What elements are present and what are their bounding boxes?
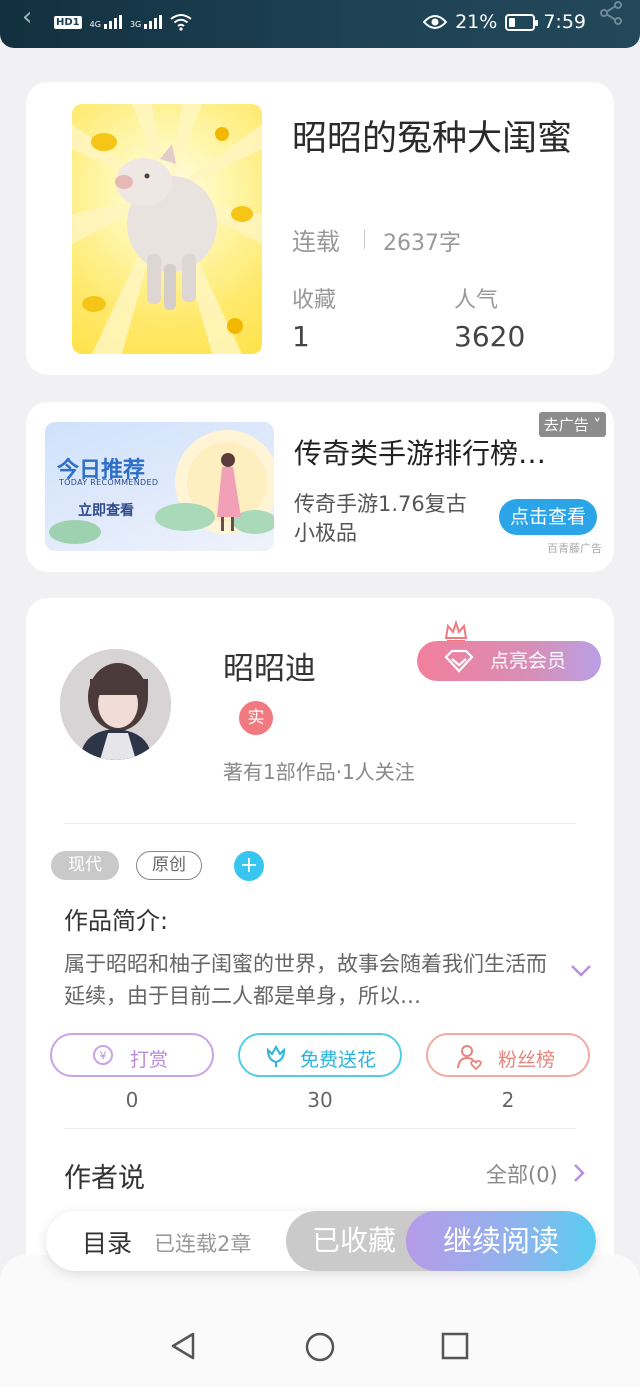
share-icon[interactable]: [598, 0, 624, 26]
ad-image[interactable]: 今日推荐 TODAY RECOMMENDED 立即查看: [45, 422, 274, 551]
ad-view-button[interactable]: 点击查看: [499, 499, 597, 535]
battery-percent: 21%: [455, 11, 498, 33]
verified-badge: 实: [239, 701, 273, 735]
vip-button-label: 点亮会员: [490, 650, 567, 672]
ad-image-button: 立即查看: [78, 503, 134, 519]
author-says-title: 作者说: [64, 1163, 145, 1194]
nav-home-icon[interactable]: [304, 1331, 336, 1363]
reward-button[interactable]: ¥ 打赏: [50, 1033, 214, 1077]
ad-title[interactable]: 传奇类手游排行榜…: [294, 432, 584, 472]
author-meta: 著有1部作品·1人关注: [223, 760, 415, 784]
collect-value: 1: [292, 320, 310, 353]
wifi-icon: [170, 14, 192, 31]
send-flower-button[interactable]: 免费送花: [238, 1033, 402, 1077]
vip-button[interactable]: 点亮会员: [417, 641, 601, 681]
system-nav-bar: [0, 1255, 640, 1387]
flower-count: 30: [307, 1088, 333, 1112]
intro-text: 属于昭昭和柚子闺蜜的世界，故事会随着我们生活而延续，由于目前二人都是单身，所以…: [64, 952, 547, 1008]
nav-recent-icon[interactable]: [441, 1332, 469, 1360]
status-right: 21% 7:59: [423, 11, 586, 33]
clock: 7:59: [543, 11, 586, 33]
book-status: 连载: [292, 228, 340, 256]
status-bar: ‹ HD1 4G 3G 21% 7:59: [0, 0, 640, 48]
avatar[interactable]: [60, 649, 171, 760]
divider: [64, 1128, 576, 1129]
pig-illustration: [72, 104, 262, 354]
nav-back-icon[interactable]: [169, 1331, 197, 1361]
signal-icon: 4G: [90, 15, 122, 29]
popularity-label: 人气: [454, 288, 499, 313]
reward-label: 打赏: [130, 1049, 169, 1071]
ad-image-subtitle: TODAY RECOMMENDED: [59, 478, 159, 487]
book-info-card: 昭昭的冤种大闺蜜 连载 2637字 收藏 1 人气 3620: [26, 82, 614, 375]
intro-title: 作品简介:: [64, 907, 169, 935]
fan-ranking-label: 粉丝榜: [498, 1049, 556, 1071]
continue-reading-button[interactable]: 继续阅读: [406, 1211, 596, 1271]
book-title: 昭昭的冤种大闺蜜: [292, 119, 573, 159]
fan-count: 2: [501, 1088, 515, 1112]
book-cover[interactable]: [72, 104, 262, 354]
crown-icon: [444, 620, 468, 642]
chapter-count: 已连载2章: [154, 1232, 252, 1256]
divider: [64, 823, 576, 824]
divider: [364, 229, 365, 249]
collect-label: 收藏: [292, 288, 337, 313]
author-name[interactable]: 昭昭迪: [223, 643, 316, 688]
signal-icon-2: 3G: [130, 15, 163, 29]
fan-heart-icon: [457, 1045, 482, 1070]
battery-icon: [505, 13, 539, 31]
svg-text:¥: ¥: [100, 1050, 107, 1063]
fan-ranking-button[interactable]: 粉丝榜: [426, 1033, 590, 1077]
ad-description: 传奇手游1.76复古小极品: [294, 492, 467, 545]
author-says-all-link[interactable]: 全部(0): [486, 1159, 558, 1189]
chevron-down-icon: ˅: [588, 416, 601, 434]
reward-count: 0: [125, 1088, 139, 1112]
diamond-icon: [444, 649, 474, 673]
tag-original[interactable]: 原创: [136, 851, 202, 880]
ad-source: 百青藤广告: [547, 542, 602, 555]
avatar-illustration: [60, 649, 171, 760]
ad-card[interactable]: 今日推荐 TODAY RECOMMENDED 立即查看 传奇类手游排行榜… 传奇…: [26, 402, 614, 572]
bottom-action-bar: 目录 已连载2章 已收藏 继续阅读: [46, 1211, 596, 1271]
yuan-coin-icon: ¥: [93, 1045, 113, 1065]
chevron-right-icon[interactable]: [572, 1162, 586, 1184]
expand-chevron-icon[interactable]: [570, 964, 592, 978]
popularity-value: 3620: [454, 320, 526, 353]
hd-badge: HD1: [54, 15, 82, 29]
flower-icon: [266, 1044, 286, 1067]
remove-ad-button[interactable]: 去广告 ˅: [538, 412, 606, 437]
add-tag-button[interactable]: +: [234, 851, 264, 881]
author-card: 昭昭迪 实 著有1部作品·1人关注 点亮会员 现代 原创 + 作品简介: 属于昭…: [26, 598, 614, 1298]
send-flower-label: 免费送花: [300, 1049, 377, 1071]
toc-button[interactable]: 目录: [82, 1224, 132, 1260]
book-word-count: 2637字: [383, 231, 461, 256]
status-left: HD1 4G 3G: [54, 13, 192, 31]
back-icon[interactable]: ‹: [22, 2, 32, 32]
eye-icon: [423, 15, 448, 29]
tag-modern[interactable]: 现代: [51, 851, 119, 880]
